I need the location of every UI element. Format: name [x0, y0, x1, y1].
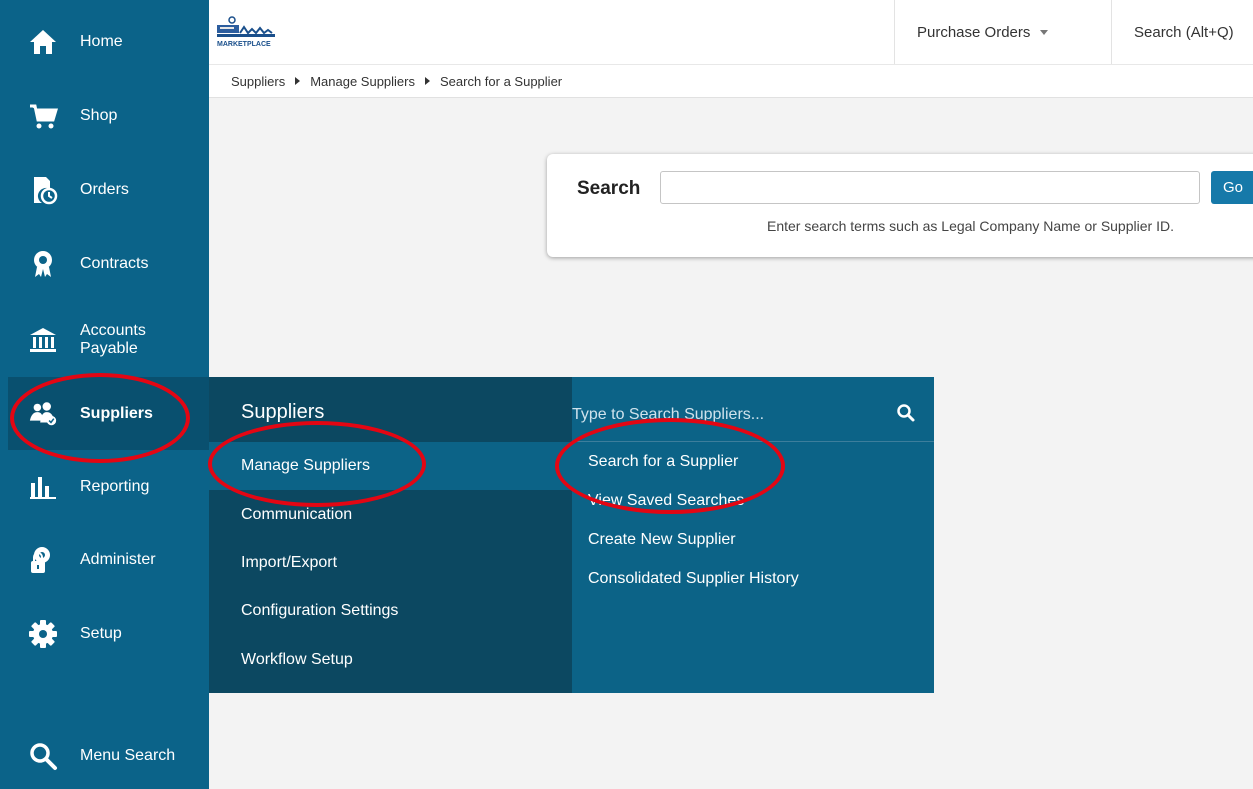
sidebar-item-accounts-payable[interactable]: Accounts Payable — [8, 314, 209, 366]
sidebar-item-home[interactable]: Home — [8, 18, 209, 66]
sidebar-item-label: Setup — [80, 625, 122, 642]
sidebar-item-menu-search[interactable]: Menu Search — [8, 732, 209, 780]
breadcrumb-item[interactable]: Suppliers — [231, 74, 285, 89]
search-label: Search — [577, 178, 641, 199]
flyout-item-workflow-setup[interactable]: Workflow Setup — [209, 636, 572, 684]
submenu-search-for-a-supplier[interactable]: Search for a Supplier — [588, 453, 738, 471]
sidebar-item-orders[interactable]: Orders — [8, 166, 209, 214]
bar-chart-icon — [28, 472, 58, 502]
breadcrumb-item-current: Search for a Supplier — [440, 73, 563, 89]
flyout-item-manage-suppliers[interactable]: Manage Suppliers — [209, 442, 572, 490]
manage-suppliers-submenu: Search for a Supplier View Saved Searche… — [572, 377, 934, 693]
breadcrumb-arrow-icon — [295, 77, 301, 85]
users-icon — [28, 399, 58, 429]
sidebar-item-contracts[interactable]: Contracts — [8, 240, 209, 288]
sidebar-item-suppliers[interactable]: Suppliers — [8, 377, 209, 450]
global-search-button[interactable]: Search (Alt+Q) — [1111, 0, 1253, 64]
flyout-item-label: Configuration Settings — [241, 602, 399, 619]
supplier-search-input[interactable] — [660, 171, 1200, 204]
sidebar-item-label: Orders — [80, 181, 129, 198]
admin-icon — [28, 545, 58, 575]
flyout-search — [572, 389, 934, 442]
submenu-consolidated-supplier-history[interactable]: Consolidated Supplier History — [588, 570, 799, 588]
flyout-item-communication[interactable]: Communication — [209, 491, 572, 539]
gear-icon — [28, 619, 58, 649]
sidebar-item-label: Accounts Payable — [80, 322, 146, 357]
home-icon — [28, 27, 58, 57]
orders-icon — [28, 175, 58, 205]
top-bar: MARKETPLACE Purchase Orders Search (Alt+… — [209, 0, 1253, 64]
sidebar-item-label: Menu Search — [80, 747, 176, 764]
sidebar-item-administer[interactable]: Administer — [8, 536, 209, 584]
sidebar-item-label: Reporting — [80, 478, 150, 495]
flyout-item-label: Manage Suppliers — [241, 457, 370, 474]
flyout-item-label: Communication — [241, 506, 353, 523]
sidebar-item-shop[interactable]: Shop — [8, 92, 209, 140]
submenu-view-saved-searches[interactable]: View Saved Searches — [588, 492, 744, 510]
caret-down-icon — [1040, 29, 1049, 35]
sidebar-item-label: Home — [80, 33, 123, 50]
sidebar-item-setup[interactable]: Setup — [8, 610, 209, 658]
sidebar-item-label: Administer — [80, 551, 156, 568]
sidebar-item-reporting[interactable]: Reporting — [8, 463, 209, 511]
global-search-label: Search (Alt+Q) — [1134, 23, 1234, 41]
supplier-search-card: Search Go Enter search terms such as Leg… — [547, 154, 1253, 257]
flyout-item-label: Workflow Setup — [241, 651, 353, 668]
breadcrumb-arrow-icon — [425, 77, 430, 85]
sidebar-item-label: Suppliers — [80, 404, 153, 422]
cart-icon — [28, 101, 58, 131]
sidebar-nav: Home Shop Orders Contracts Accounts Paya… — [0, 0, 209, 789]
search-icon — [28, 741, 58, 771]
breadcrumb: Suppliers Manage Suppliers Search for a … — [209, 64, 1253, 98]
search-icon[interactable] — [896, 403, 918, 425]
flyout-title: Suppliers — [241, 401, 325, 423]
submenu-create-new-supplier[interactable]: Create New Supplier — [588, 531, 736, 549]
award-icon — [28, 249, 58, 279]
sidebar-item-label: Shop — [80, 107, 118, 124]
logo-text: MARKETPLACE — [217, 41, 271, 48]
purchase-orders-menu[interactable]: Purchase Orders — [894, 0, 1111, 64]
purchase-orders-label: Purchase Orders — [917, 23, 1031, 41]
search-hint: Enter search terms such as Legal Company… — [767, 218, 1174, 234]
flyout-item-label: Import/Export — [241, 554, 338, 571]
breadcrumb-item[interactable]: Manage Suppliers — [310, 74, 415, 89]
flyout-item-import-export[interactable]: Import/Export — [209, 539, 572, 587]
marketplace-logo[interactable]: MARKETPLACE — [214, 15, 294, 51]
supplier-menu-search-input[interactable] — [572, 397, 874, 433]
go-button[interactable]: Go — [1211, 171, 1253, 204]
suppliers-flyout-menu: Suppliers Manage Suppliers Communication… — [209, 377, 572, 693]
sidebar-item-label: Contracts — [80, 255, 149, 272]
flyout-item-configuration-settings[interactable]: Configuration Settings — [209, 587, 572, 635]
bank-icon — [28, 325, 58, 355]
